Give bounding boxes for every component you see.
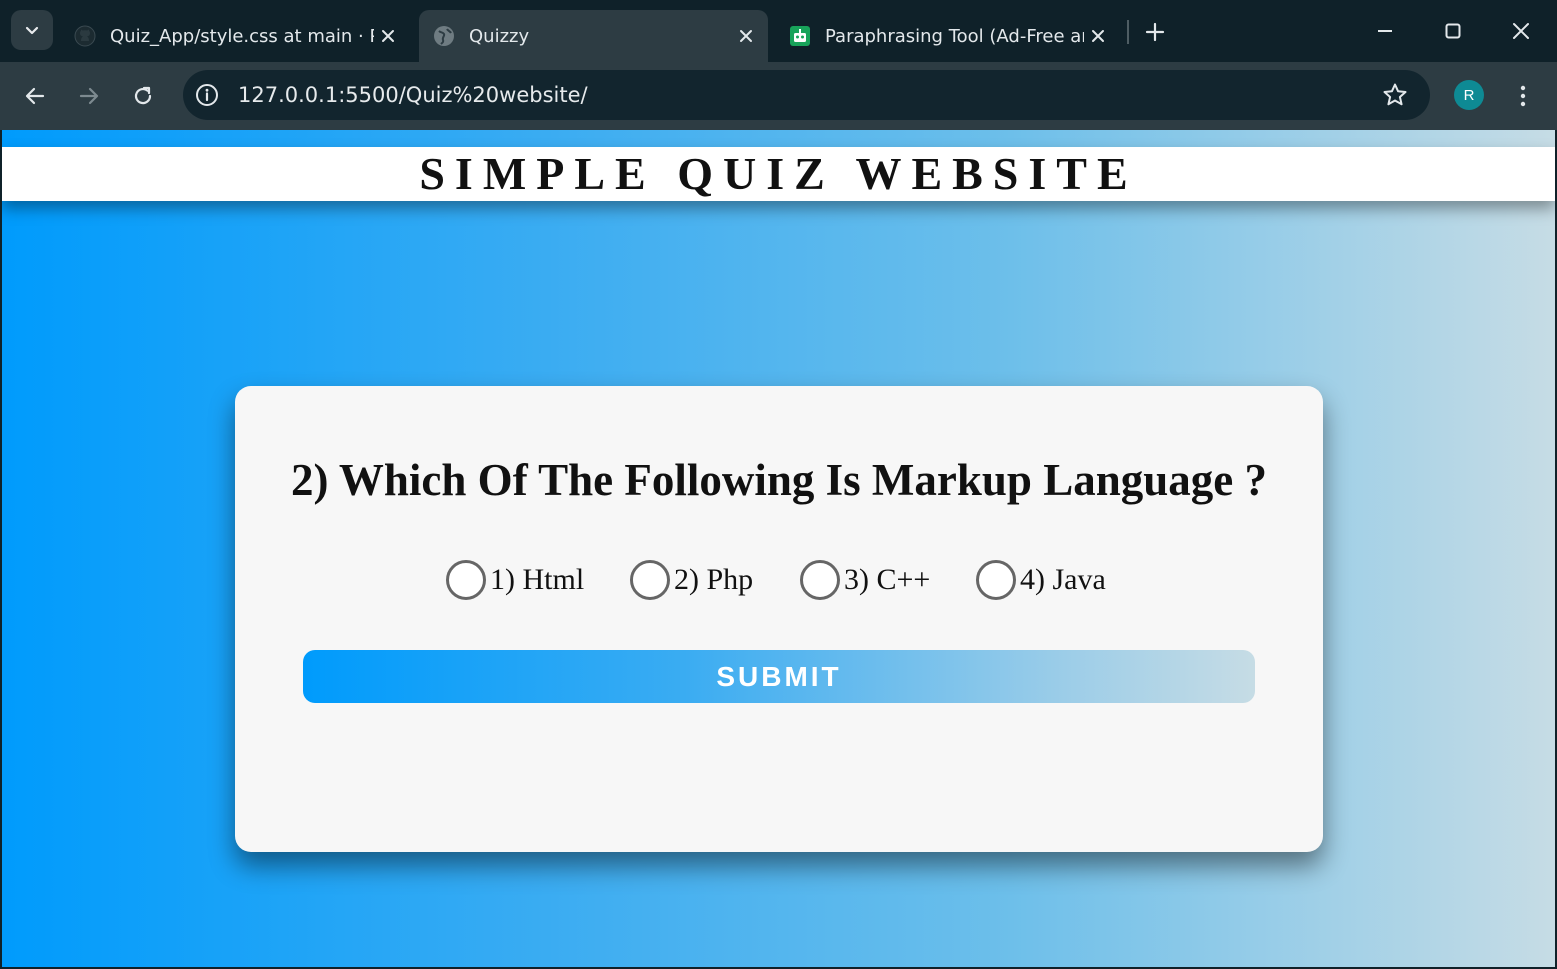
option-label: 3) C++ bbox=[844, 563, 931, 596]
option-label: 4) Java bbox=[1020, 563, 1106, 596]
radio-button[interactable] bbox=[800, 560, 840, 600]
option-php[interactable]: 2) Php bbox=[630, 558, 753, 602]
question-text: 2) Which Of The Following Is Markup Lang… bbox=[290, 455, 1267, 505]
page-viewport: SIMPLE QUIZ WEBSITE 2) Which Of The Foll… bbox=[2, 130, 1555, 967]
minimize-button[interactable] bbox=[1355, 10, 1415, 52]
answer-options: 1) Html 2) Php 3) C++ 4) Java bbox=[235, 558, 1323, 602]
tab-quizzy[interactable]: Quizzy bbox=[419, 10, 768, 62]
tab-github[interactable]: Quiz_App/style.css at main · Par bbox=[60, 10, 410, 62]
tab-close-button[interactable] bbox=[374, 22, 402, 50]
maximize-button[interactable] bbox=[1423, 10, 1483, 52]
new-tab-button[interactable] bbox=[1140, 17, 1170, 47]
address-bar[interactable]: 127.0.0.1:5500/Quiz%20website/ bbox=[183, 70, 1430, 120]
tab-divider bbox=[1127, 20, 1129, 44]
arrow-left-icon bbox=[25, 87, 45, 105]
option-java[interactable]: 4) Java bbox=[976, 558, 1106, 602]
chevron-down-icon bbox=[25, 26, 39, 35]
radio-button[interactable] bbox=[976, 560, 1016, 600]
tab-search-button[interactable] bbox=[11, 10, 53, 50]
forward-button[interactable] bbox=[69, 76, 109, 116]
plus-icon bbox=[1145, 22, 1165, 42]
reload-icon bbox=[134, 86, 152, 105]
tab-label: Quizzy bbox=[469, 25, 530, 47]
site-title: SIMPLE QUIZ WEBSITE bbox=[419, 148, 1138, 199]
reload-button[interactable] bbox=[123, 76, 163, 116]
robot-icon bbox=[790, 26, 810, 46]
option-label: 2) Php bbox=[674, 563, 754, 596]
tab-close-button[interactable] bbox=[732, 22, 760, 50]
browser-toolbar: 127.0.0.1:5500/Quiz%20website/ R bbox=[0, 62, 1557, 130]
tab-label: Paraphrasing Tool (Ad-Free and bbox=[825, 25, 1084, 47]
option-label: 1) Html bbox=[490, 563, 585, 596]
tab-label: Quiz_App/style.css at main · Par bbox=[110, 25, 374, 47]
profile-avatar[interactable]: R bbox=[1454, 80, 1484, 110]
tab-strip: Quiz_App/style.css at main · Par Quizzy … bbox=[0, 0, 1557, 62]
close-icon bbox=[740, 30, 752, 42]
browser-window: Quiz_App/style.css at main · Par Quizzy … bbox=[0, 0, 1557, 969]
browser-menu-button[interactable] bbox=[1508, 76, 1538, 116]
arrow-right-icon bbox=[79, 87, 99, 105]
bookmark-star-icon[interactable] bbox=[1382, 82, 1408, 108]
close-icon bbox=[1092, 30, 1104, 42]
option-html[interactable]: 1) Html bbox=[446, 558, 584, 602]
close-icon bbox=[1513, 23, 1529, 39]
maximize-icon bbox=[1445, 23, 1461, 39]
tab-close-button[interactable] bbox=[1084, 22, 1112, 50]
site-header: SIMPLE QUIZ WEBSITE bbox=[2, 147, 1555, 201]
window-close-button[interactable] bbox=[1491, 10, 1551, 52]
more-vertical-icon bbox=[1520, 85, 1526, 107]
globe-icon bbox=[434, 26, 454, 46]
radio-button[interactable] bbox=[446, 560, 486, 600]
close-icon bbox=[382, 30, 394, 42]
option-cpp[interactable]: 3) C++ bbox=[800, 558, 930, 602]
minimize-icon bbox=[1378, 30, 1392, 32]
quiz-card: 2) Which Of The Following Is Markup Lang… bbox=[235, 386, 1323, 852]
url-text[interactable]: 127.0.0.1:5500/Quiz%20website/ bbox=[238, 83, 588, 107]
back-button[interactable] bbox=[15, 76, 55, 116]
tab-paraphrasing-tool[interactable]: Paraphrasing Tool (Ad-Free and bbox=[775, 10, 1120, 62]
site-info-icon[interactable] bbox=[195, 83, 219, 107]
submit-button[interactable]: SUBMIT bbox=[303, 650, 1255, 703]
radio-button[interactable] bbox=[630, 560, 670, 600]
github-icon bbox=[74, 25, 96, 47]
